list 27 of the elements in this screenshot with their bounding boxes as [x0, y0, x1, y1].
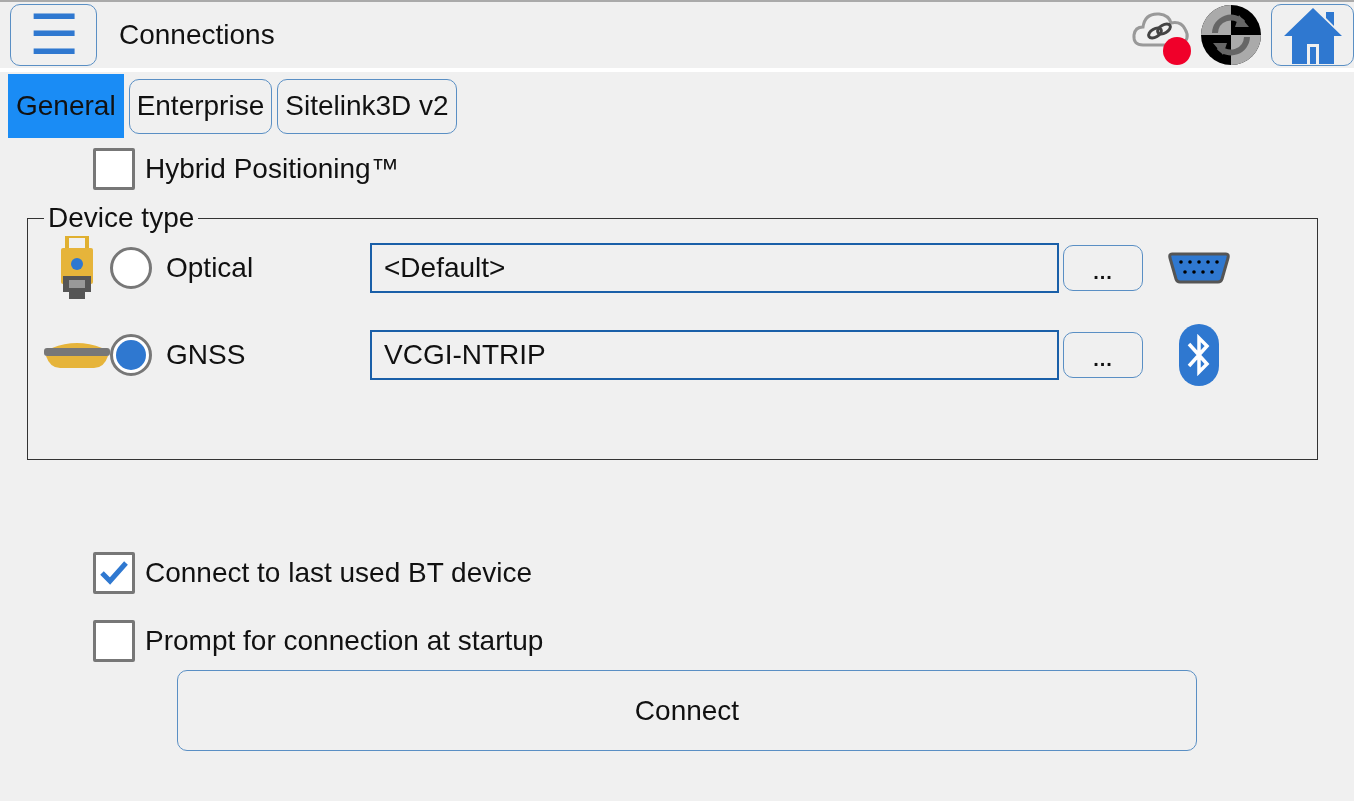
- checkbox-label: Prompt for connection at startup: [145, 625, 544, 657]
- menu-button[interactable]: ☰: [10, 4, 97, 66]
- tab[interactable]: General: [8, 74, 124, 138]
- radio-button[interactable]: [110, 247, 152, 289]
- tab[interactable]: Sitelink3D v2: [277, 78, 457, 134]
- check-icon: [99, 560, 129, 586]
- window-title: Connections: [119, 19, 276, 51]
- connect-button[interactable]: Connect: [177, 670, 1197, 751]
- radio-button[interactable]: [110, 334, 152, 376]
- radio-label: Optical: [166, 252, 255, 284]
- tab[interactable]: Enterprise: [128, 78, 273, 134]
- serial-port-icon: [1167, 251, 1230, 285]
- gnss-receiver-icon: [44, 340, 110, 370]
- sync-icon: [1199, 3, 1263, 67]
- bluetooth-icon: [1178, 324, 1219, 386]
- device-field[interactable]: VCGI-NTRIP: [370, 330, 1059, 380]
- radio-label: GNSS: [166, 339, 247, 371]
- home-button[interactable]: [1271, 4, 1354, 66]
- checkbox[interactable]: [93, 552, 135, 594]
- group-legend: Device type: [44, 202, 199, 234]
- checkbox[interactable]: [93, 620, 135, 662]
- browse-button[interactable]: ...: [1063, 332, 1143, 378]
- device-field[interactable]: <Default>: [370, 243, 1059, 293]
- checkbox[interactable]: [93, 148, 135, 190]
- browse-button[interactable]: ...: [1063, 245, 1143, 291]
- checkbox-label: Hybrid Positioning™: [145, 153, 399, 185]
- checkbox-label: Connect to last used BT device: [145, 557, 533, 589]
